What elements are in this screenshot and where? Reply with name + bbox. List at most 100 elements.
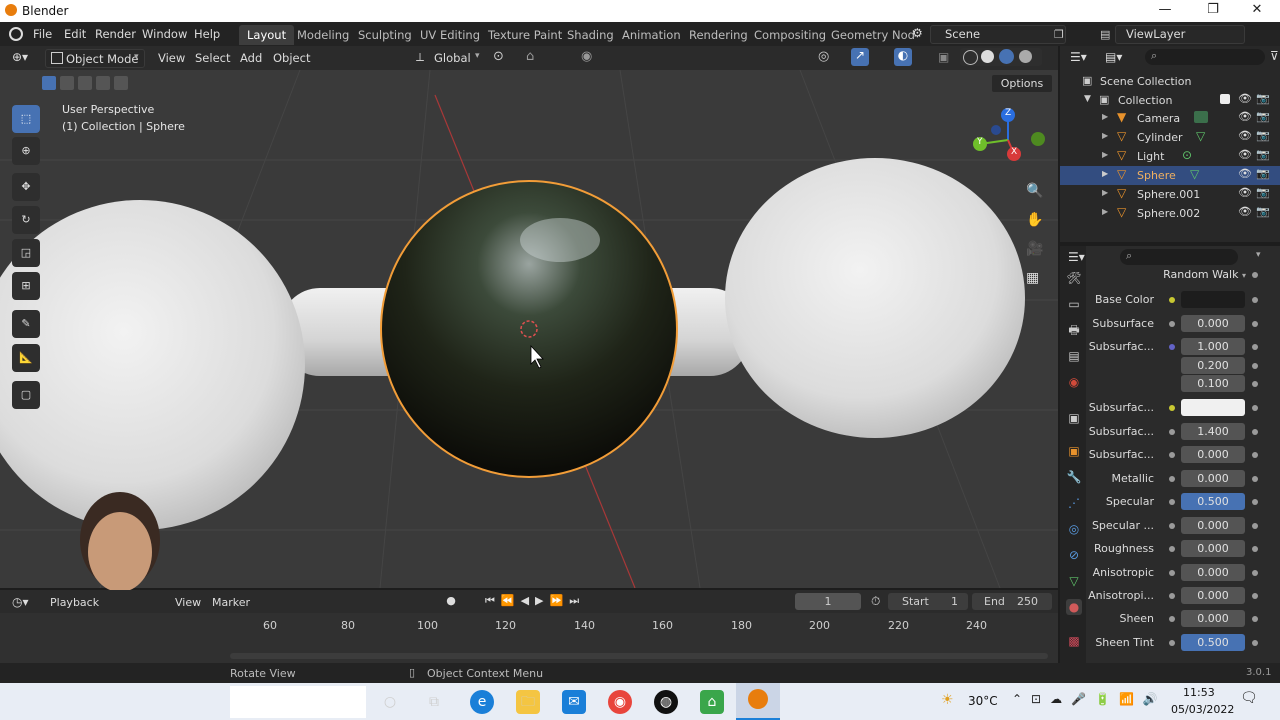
chevron-down-icon[interactable]: ▾: [1256, 250, 1261, 260]
add-cube-tool-icon[interactable]: ▢: [12, 381, 40, 409]
selected-sphere-object[interactable]: [380, 180, 678, 478]
system-tray-icons[interactable]: ⌃⊡☁🎤🔋📶🔊: [1012, 692, 1167, 706]
keyframe-dot-icon[interactable]: [1252, 297, 1258, 303]
outliner-item-sphere[interactable]: ▶ ▽ Sphere ▽ 👁 📷: [1060, 166, 1280, 185]
move-tool-icon[interactable]: ✥: [12, 173, 40, 201]
options-dropdown[interactable]: Options: [991, 74, 1053, 93]
subsurface-method-dropdown[interactable]: Random Walk ▾: [1162, 268, 1246, 284]
xray-icon[interactable]: ▣: [938, 50, 949, 64]
eye-icon[interactable]: 👁: [1238, 205, 1252, 218]
property-value-field[interactable]: 0.200: [1181, 357, 1245, 374]
menu-help[interactable]: Help: [194, 27, 220, 41]
stopwatch-icon[interactable]: ⏱: [871, 594, 880, 609]
zoom-icon[interactable]: 🔍: [1026, 183, 1043, 199]
pan-hand-icon[interactable]: ✋: [1026, 212, 1043, 228]
property-value-field[interactable]: 0.500: [1181, 493, 1245, 510]
tab-compositing[interactable]: Compositing: [746, 25, 834, 45]
property-value-field[interactable]: [1181, 291, 1245, 308]
outliner-scene-collection[interactable]: ▣ Scene Collection: [1060, 72, 1280, 91]
current-frame-field[interactable]: 1: [795, 593, 861, 610]
end-frame-field[interactable]: End 250: [972, 593, 1052, 610]
keyframe-dot-icon[interactable]: [1252, 321, 1258, 327]
task-view-icon[interactable]: ⧉: [422, 690, 446, 714]
eye-icon[interactable]: 👁: [1238, 167, 1252, 180]
keyframe-dot-icon[interactable]: [1252, 272, 1258, 278]
scene-tab-icon[interactable]: ◉: [1066, 374, 1082, 390]
chrome-icon[interactable]: ◉: [608, 690, 632, 714]
record-icon[interactable]: ●: [444, 594, 458, 608]
property-value-field[interactable]: [1181, 399, 1245, 416]
menu-window[interactable]: Window: [142, 27, 187, 41]
socket-link-icon[interactable]: [1169, 476, 1175, 482]
eye-icon[interactable]: 👁: [1238, 92, 1252, 105]
menu-file[interactable]: File: [33, 27, 52, 41]
keyframe-dot-icon[interactable]: [1252, 616, 1258, 622]
measure-tool-icon[interactable]: 📐: [12, 344, 40, 372]
camera-view-icon[interactable]: 🎥: [1026, 241, 1043, 257]
expand-arrow-icon[interactable]: ▶: [1102, 150, 1108, 159]
taskbar-search-box[interactable]: [230, 686, 366, 718]
proportional-edit-icon[interactable]: ◉: [581, 49, 592, 64]
tab-shading[interactable]: Shading: [559, 25, 622, 45]
socket-link-icon[interactable]: [1169, 297, 1175, 303]
clock-time[interactable]: 11:53: [1183, 686, 1215, 699]
scale-tool-icon[interactable]: ◲: [12, 239, 40, 267]
property-value-field[interactable]: 0.000: [1181, 540, 1245, 557]
material-preview-icon[interactable]: [999, 49, 1014, 64]
tab-texture-paint[interactable]: Texture Paint: [480, 25, 570, 45]
render-camera-icon[interactable]: 📷: [1256, 92, 1270, 105]
tab-uv-editing[interactable]: UV Editing: [412, 25, 488, 45]
property-value-field[interactable]: 0.000: [1181, 564, 1245, 581]
keyframe-dot-icon[interactable]: [1252, 381, 1258, 387]
socket-link-icon[interactable]: [1169, 616, 1175, 622]
timeline-editor-icon[interactable]: ◷▾: [12, 595, 29, 609]
outliner-item-light[interactable]: ▶ ▽ Light ⊙ 👁 📷: [1060, 147, 1280, 166]
mode-dropdown[interactable]: Object Mode ▾: [45, 49, 145, 68]
select-invert-icon[interactable]: [96, 76, 110, 90]
playback-controls[interactable]: ⏮⏪◀▶⏩⏭: [485, 594, 585, 608]
socket-link-icon[interactable]: [1169, 344, 1175, 350]
property-value-field[interactable]: 0.000: [1181, 315, 1245, 332]
expand-arrow-icon[interactable]: ▶: [1102, 188, 1108, 197]
keyframe-dot-icon[interactable]: [1252, 593, 1258, 599]
expand-arrow-icon[interactable]: ▶: [1102, 131, 1108, 140]
rotate-tool-icon[interactable]: ↻: [12, 206, 40, 234]
menu-marker[interactable]: Marker: [212, 596, 250, 609]
property-value-field[interactable]: 1.000: [1181, 338, 1245, 355]
eye-icon[interactable]: 👁: [1238, 110, 1252, 123]
menu-playback[interactable]: Playback: [50, 596, 99, 609]
ortho-grid-icon[interactable]: ▦: [1026, 270, 1039, 286]
new-scene-icon[interactable]: ❐: [1054, 28, 1064, 41]
display-mode-icon[interactable]: ▤▾: [1105, 50, 1122, 64]
select-subtract-icon[interactable]: [78, 76, 92, 90]
tool-tab-icon[interactable]: 🛠: [1066, 270, 1082, 286]
outliner-search-input[interactable]: ⌕: [1145, 49, 1265, 65]
sphere-002-object[interactable]: [725, 158, 1025, 438]
cortana-icon[interactable]: ○: [378, 690, 402, 714]
render-camera-icon[interactable]: 📷: [1256, 129, 1270, 142]
property-value-field[interactable]: 0.000: [1181, 446, 1245, 463]
render-camera-icon[interactable]: 📷: [1256, 186, 1270, 199]
timeline-scrollbar[interactable]: [230, 653, 1048, 659]
eye-icon[interactable]: 👁: [1238, 186, 1252, 199]
menu-view[interactable]: View: [158, 51, 185, 65]
render-camera-icon[interactable]: 📷: [1256, 148, 1270, 161]
keyframe-dot-icon[interactable]: [1252, 476, 1258, 482]
app-green-icon[interactable]: ⌂: [700, 690, 724, 714]
outliner-editor-icon[interactable]: ☰▾: [1070, 50, 1087, 64]
socket-link-icon[interactable]: [1169, 546, 1175, 552]
keyframe-dot-icon[interactable]: [1252, 499, 1258, 505]
menu-select[interactable]: Select: [195, 51, 230, 65]
menu-timeline-view[interactable]: View: [175, 596, 201, 609]
visibility-icon[interactable]: ◎: [818, 49, 829, 64]
exclude-checkbox[interactable]: [1220, 94, 1230, 104]
properties-editor-icon[interactable]: ☰▾: [1068, 250, 1085, 264]
socket-link-icon[interactable]: [1169, 640, 1175, 646]
socket-link-icon[interactable]: [1169, 570, 1175, 576]
select-new-icon[interactable]: [42, 76, 56, 90]
tab-rendering[interactable]: Rendering: [681, 25, 756, 45]
rendered-shading-icon[interactable]: [1019, 50, 1032, 63]
property-value-field[interactable]: 0.500: [1181, 634, 1245, 651]
keyframe-dot-icon[interactable]: [1252, 363, 1258, 369]
editor-type-icon[interactable]: ⊕▾: [12, 50, 28, 64]
